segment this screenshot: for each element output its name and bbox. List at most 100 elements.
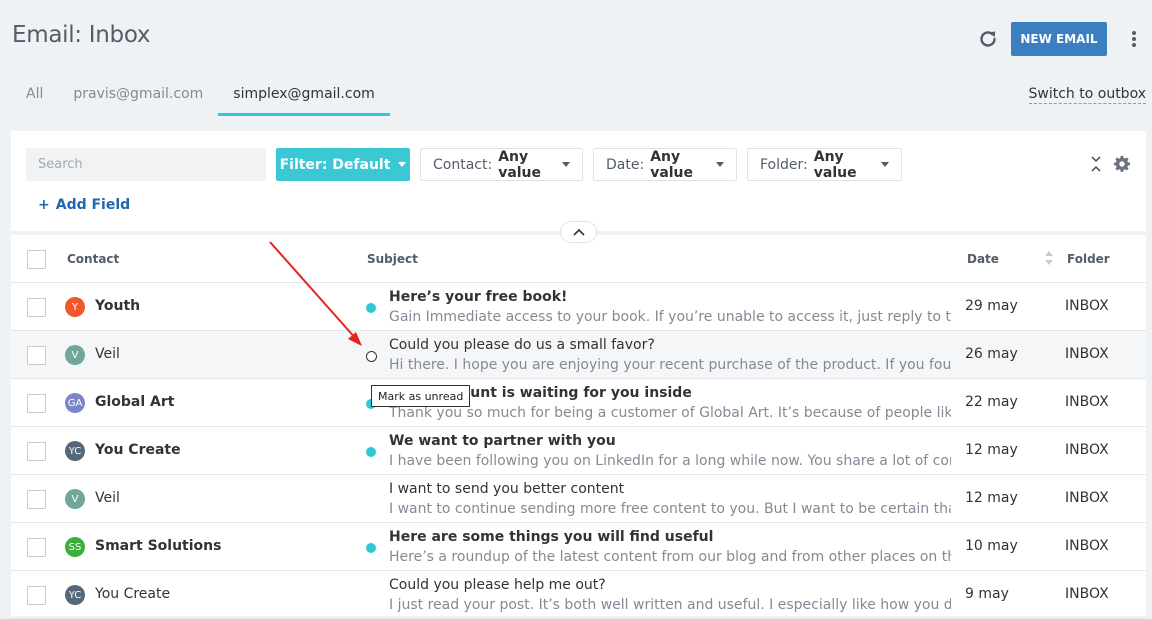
date-filter-value: Any value [650, 148, 694, 181]
tab-pravis[interactable]: pravis@gmail.com [58, 78, 218, 116]
email-folder: INBOX [1065, 394, 1109, 410]
folder-filter-label: Folder: [760, 156, 808, 173]
unread-dot-icon[interactable] [366, 543, 376, 553]
email-folder: INBOX [1065, 442, 1109, 458]
email-subject[interactable]: Here are some things you will find usefu… [389, 529, 951, 545]
add-field-button[interactable]: + Add Field [38, 197, 130, 213]
column-folder[interactable]: Folder [1067, 252, 1110, 266]
email-subject[interactable]: Here’s your free book! [389, 289, 951, 305]
avatar: V [65, 345, 85, 365]
filter-preset-button[interactable]: Filter: Default [276, 148, 410, 181]
table-row[interactable]: V Veil Could you please do us a small favo… [11, 331, 1146, 379]
avatar: V [65, 489, 85, 509]
chevron-down-icon [881, 162, 889, 167]
email-subject[interactable]: Could you please help me out? [389, 577, 951, 593]
email-snippet: I just read your post. It’s both well wr… [389, 597, 951, 613]
refresh-icon[interactable] [976, 27, 1000, 51]
table-row[interactable]: YC You Create Could you please help me out… [11, 571, 1146, 619]
tab-simplex[interactable]: simplex@gmail.com [218, 78, 390, 116]
contact-name[interactable]: You Create [95, 442, 181, 458]
email-subject[interactable]: I want to send you better content [389, 481, 951, 497]
tab-all[interactable]: All [11, 78, 58, 116]
email-table: Contact Subject Date Folder Y Youth Here’s… [11, 233, 1146, 619]
email-folder: INBOX [1065, 586, 1109, 602]
contact-name[interactable]: Veil [95, 490, 120, 506]
contact-filter-value: Any value [498, 148, 542, 181]
table-row[interactable]: YC You Create We want to partner with you I… [11, 427, 1146, 475]
email-snippet: Here’s a roundup of the latest content f… [389, 549, 951, 565]
contact-filter-dropdown[interactable]: Contact: Any value [420, 148, 583, 181]
contact-name[interactable]: Youth [95, 298, 140, 314]
collapse-icon[interactable] [1089, 155, 1103, 173]
avatar: Y [65, 297, 85, 317]
add-field-label: Add Field [55, 197, 131, 213]
unread-dot-icon[interactable] [366, 447, 376, 457]
email-folder: INBOX [1065, 298, 1109, 314]
account-tabs: All pravis@gmail.com simplex@gmail.com [11, 78, 390, 116]
email-snippet: Hi there. I hope you are enjoying your r… [389, 357, 951, 373]
row-checkbox[interactable] [27, 586, 46, 605]
contact-name[interactable]: You Create [95, 586, 170, 602]
avatar: YC [65, 441, 85, 461]
row-checkbox[interactable] [27, 442, 46, 461]
page-title: Email: Inbox [12, 22, 151, 48]
row-checkbox[interactable] [27, 490, 46, 509]
switch-to-outbox-link[interactable]: Switch to outbox [1028, 86, 1146, 104]
contact-name[interactable]: Smart Solutions [95, 538, 221, 554]
email-folder: INBOX [1065, 490, 1109, 506]
row-checkbox[interactable] [27, 298, 46, 317]
mark-unread-tooltip: Mark as unread [371, 385, 471, 407]
gear-icon[interactable] [1113, 155, 1131, 173]
search-input[interactable] [26, 148, 266, 181]
avatar: SS [65, 537, 85, 557]
email-date: 9 may [965, 586, 1009, 602]
email-date: 12 may [965, 490, 1018, 506]
new-email-button[interactable]: NEW EMAIL [1011, 22, 1107, 56]
email-date: 12 may [965, 442, 1018, 458]
contact-name[interactable]: Global Art [95, 394, 174, 410]
select-all-checkbox[interactable] [27, 250, 46, 269]
email-snippet: I want to continue sending more free con… [389, 501, 951, 517]
mark-unread-toggle[interactable] [366, 351, 377, 362]
chevron-down-icon [398, 162, 407, 167]
collapse-filter-toggle[interactable] [560, 221, 597, 243]
email-date: 29 may [965, 298, 1018, 314]
contact-name[interactable]: Veil [95, 346, 120, 362]
avatar: YC [65, 585, 85, 605]
email-folder: INBOX [1065, 346, 1109, 362]
row-checkbox[interactable] [27, 394, 46, 413]
folder-filter-dropdown[interactable]: Folder: Any value [747, 148, 902, 181]
email-folder: INBOX [1065, 538, 1109, 554]
row-checkbox[interactable] [27, 346, 46, 365]
table-row[interactable]: Y Youth Here’s your free book! Gain Immedia… [11, 283, 1146, 331]
chevron-down-icon [562, 162, 570, 167]
chevron-down-icon [716, 162, 724, 167]
chevron-up-icon [572, 228, 585, 236]
table-row[interactable]: SS Smart Solutions Here are some things yo… [11, 523, 1146, 571]
email-snippet: I have been following you on LinkedIn fo… [389, 453, 951, 469]
email-subject[interactable]: We want to partner with you [389, 433, 951, 449]
sort-icon[interactable] [1045, 251, 1053, 265]
date-filter-dropdown[interactable]: Date: Any value [593, 148, 737, 181]
email-subject[interactable]: Could you please do us a small favor? [389, 337, 951, 353]
column-contact[interactable]: Contact [67, 252, 119, 266]
email-date: 22 may [965, 394, 1018, 410]
folder-filter-value: Any value [813, 148, 857, 181]
table-row[interactable]: GA Global Art Your discount is waiting for… [11, 379, 1146, 427]
email-date: 10 may [965, 538, 1018, 554]
column-date[interactable]: Date [967, 252, 999, 266]
contact-filter-label: Contact: [433, 156, 493, 173]
email-snippet: Thank you so much for being a customer o… [389, 405, 951, 421]
email-snippet: Gain Immediate access to your book. If y… [389, 309, 951, 325]
column-subject[interactable]: Subject [367, 252, 418, 266]
filter-panel: Filter: Default Contact: Any value Date:… [11, 131, 1146, 231]
date-filter-label: Date: [606, 156, 645, 173]
email-subject[interactable]: Your discount is waiting for you inside [389, 385, 951, 401]
email-date: 26 may [965, 346, 1018, 362]
avatar: GA [65, 393, 85, 413]
unread-dot-icon[interactable] [366, 303, 376, 313]
table-row[interactable]: V Veil I want to send you better content I … [11, 475, 1146, 523]
filter-preset-label: Filter: Default [279, 156, 391, 173]
more-menu-icon[interactable] [1127, 28, 1141, 50]
row-checkbox[interactable] [27, 538, 46, 557]
